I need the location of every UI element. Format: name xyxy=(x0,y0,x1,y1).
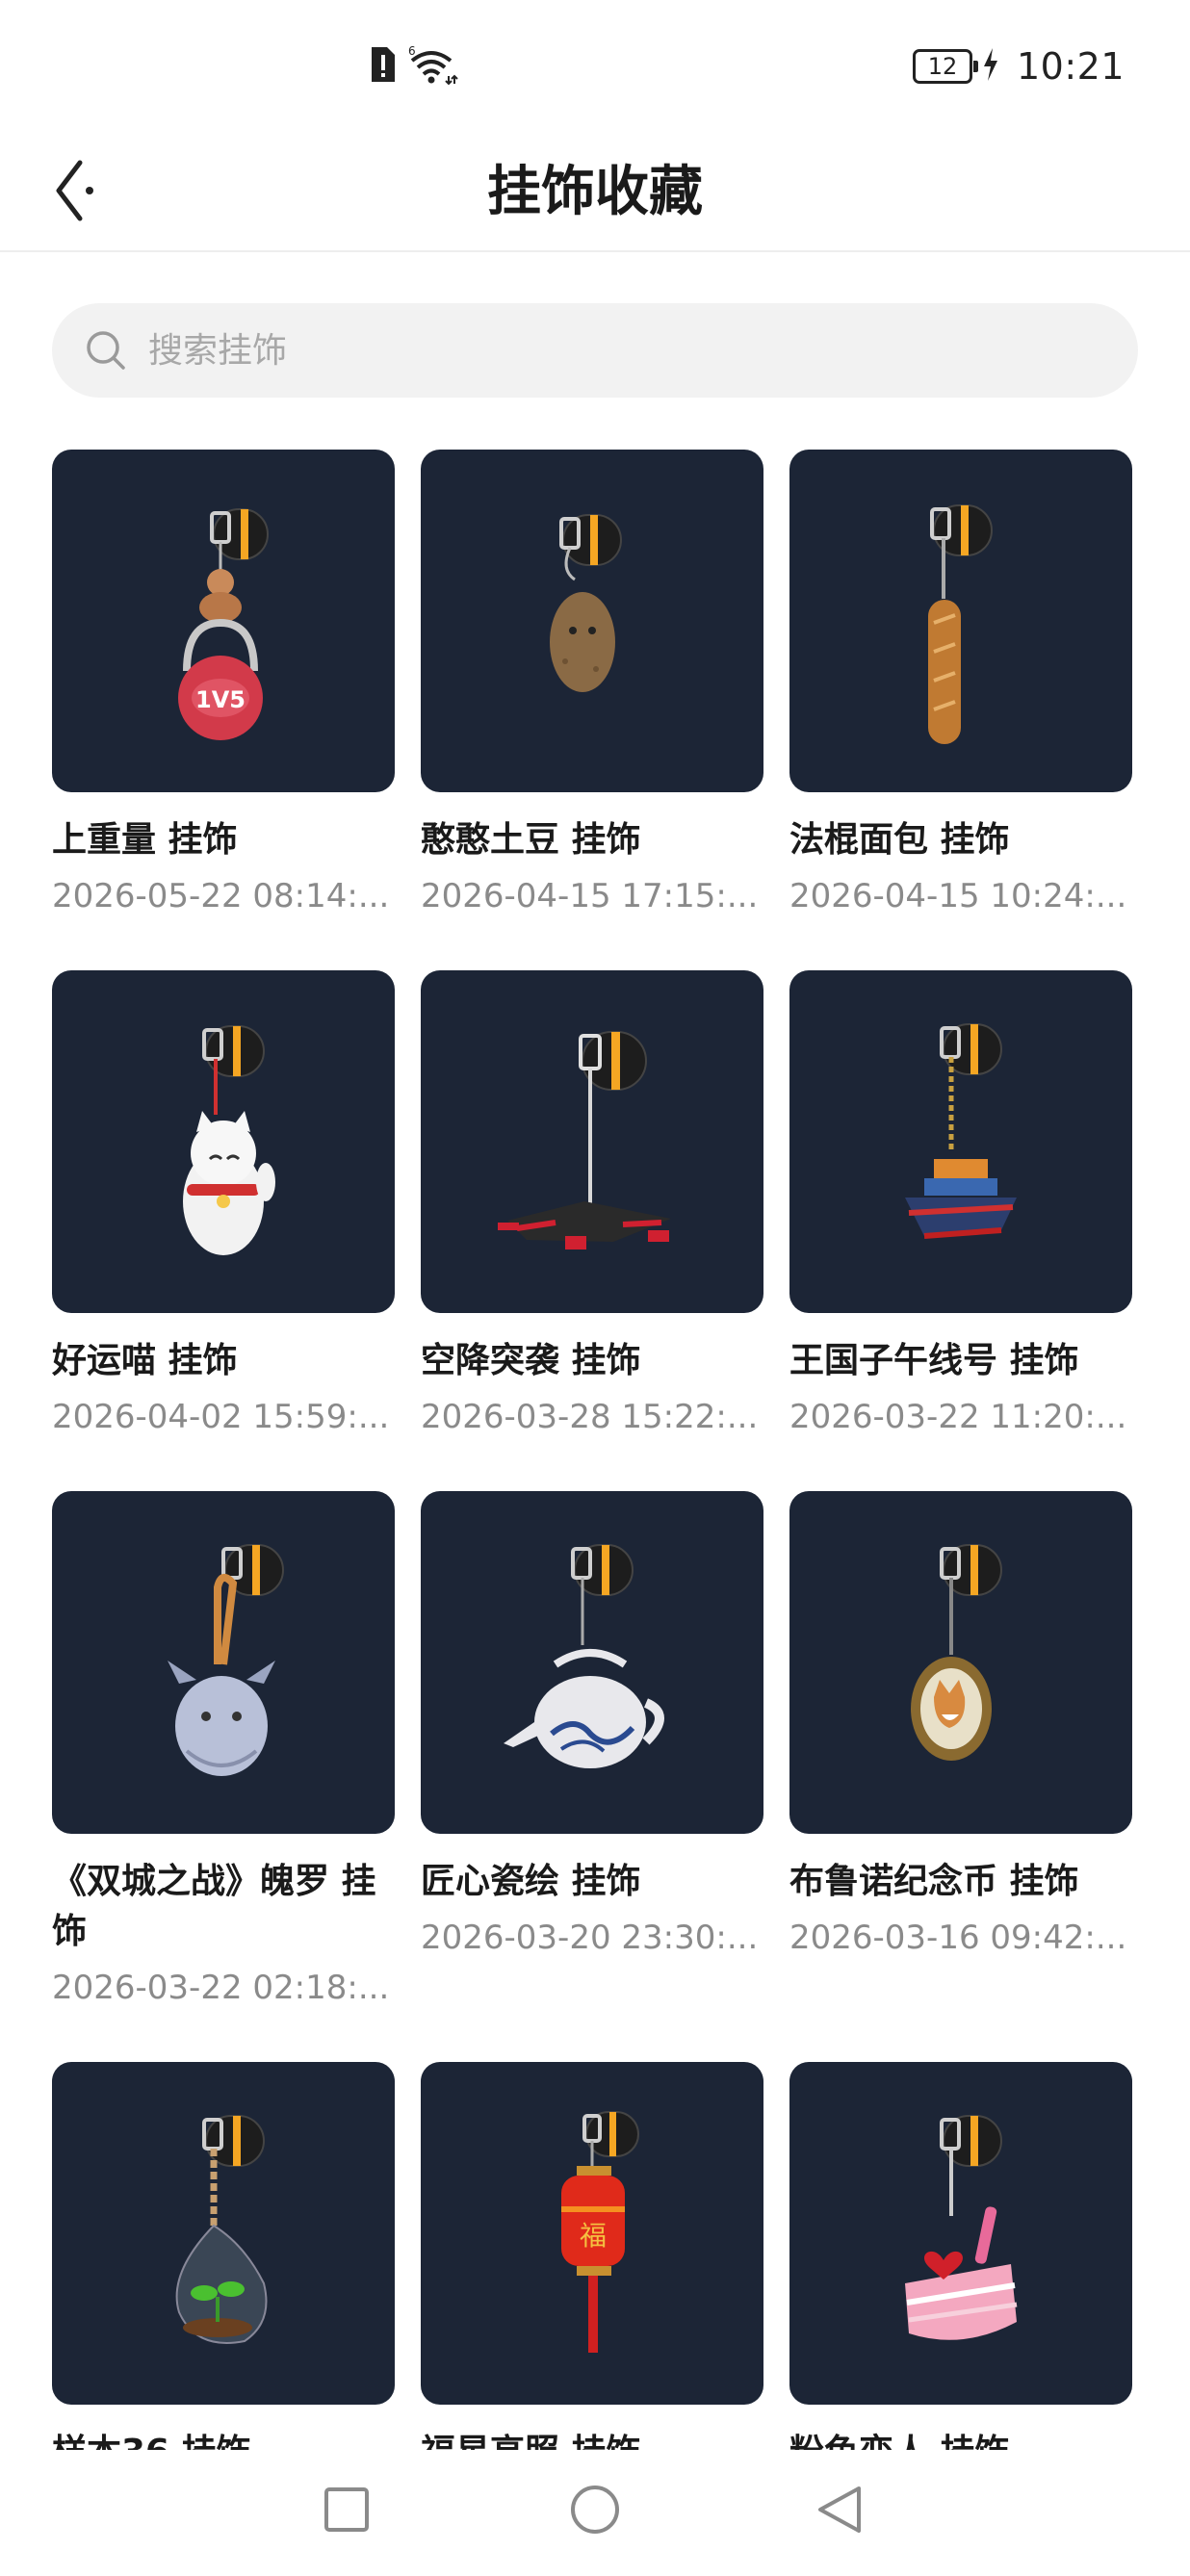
charm-thumbnail xyxy=(52,970,395,1313)
drone-charm-icon xyxy=(498,1031,671,1249)
charm-date: 2026-03-22 02:18:... xyxy=(52,1969,390,2007)
charm-name: 匠心瓷绘 挂饰 xyxy=(421,1862,641,1901)
kettlebell-charm-icon: 1V5 xyxy=(178,508,269,740)
svg-text:福: 福 xyxy=(580,2220,607,2252)
charm-thumbnail xyxy=(52,2062,395,2405)
charm-card[interactable]: 布鲁诺纪念币 挂饰 2026-03-16 09:42:... xyxy=(789,1491,1132,1959)
back-triangle-icon xyxy=(813,2483,867,2540)
system-nav-bar xyxy=(0,2450,1190,2576)
ship-charm-icon xyxy=(905,1023,1017,1239)
svg-text:6: 6 xyxy=(408,44,416,58)
app-screen: 6 12 10:21 挂饰收藏 搜索挂饰 1V5 上重量 挂饰 2026-05-… xyxy=(0,0,1190,2576)
charm-name: 福星高照 挂饰 xyxy=(421,2428,763,2450)
charm-name: 样本36 挂饰 xyxy=(52,2428,395,2450)
header-bar: 挂饰收藏 xyxy=(0,135,1190,252)
recent-apps-square-icon xyxy=(323,2486,371,2537)
charm-name: 粉色恋人 挂饰 xyxy=(789,2428,1132,2450)
charm-card[interactable]: 匠心瓷绘 挂饰 2026-03-20 23:30:... xyxy=(421,1491,763,1959)
charm-card[interactable]: 1V5 上重量 挂饰 2026-05-22 08:14:... xyxy=(52,450,395,917)
charm-card[interactable]: 王国子午线号 挂饰 2026-03-22 11:20:... xyxy=(789,970,1132,1438)
charm-name: 法棍面包 挂饰 xyxy=(789,820,1010,860)
cake-charm-icon xyxy=(905,2115,1018,2340)
charm-date: 2026-04-15 17:15:... xyxy=(421,877,759,915)
charm-thumbnail: 福 xyxy=(421,2062,763,2405)
charm-thumbnail xyxy=(421,1491,763,1834)
charm-card[interactable]: 样本36 挂饰 xyxy=(52,2062,395,2450)
system-back-button[interactable] xyxy=(801,2473,878,2550)
charm-card[interactable]: 空降突袭 挂饰 2026-03-28 15:22:... xyxy=(421,970,763,1438)
status-right: 12 10:21 xyxy=(912,42,1125,90)
charm-name: 布鲁诺纪念币 挂饰 xyxy=(789,1862,1079,1901)
charm-thumbnail xyxy=(52,1491,395,1834)
charm-date: 2026-03-16 09:42:... xyxy=(789,1919,1127,1957)
charm-date: 2026-03-20 23:30:... xyxy=(421,1919,759,1957)
lantern-charm-icon: 福 xyxy=(561,2111,639,2353)
charm-name: 《双城之战》魄罗 挂饰 xyxy=(52,1862,376,1951)
charm-card[interactable]: 《双城之战》魄罗 挂饰 2026-03-22 02:18:... xyxy=(52,1491,395,2009)
status-center-icons: 6 xyxy=(368,42,458,90)
recent-apps-button[interactable] xyxy=(308,2473,385,2550)
charm-date: 2026-04-15 10:24:... xyxy=(789,877,1127,915)
charm-grid: 1V5 上重量 挂饰 2026-05-22 08:14:... 憨憨土豆 挂饰 … xyxy=(52,450,1140,2450)
charm-name: 空降突袭 挂饰 xyxy=(421,1341,641,1380)
charm-name: 憨憨土豆 挂饰 xyxy=(421,820,641,860)
charging-bolt-icon xyxy=(982,47,999,86)
charm-thumbnail: 1V5 xyxy=(52,450,395,792)
battery-indicator: 12 xyxy=(912,49,978,84)
charm-thumbnail xyxy=(789,1491,1132,1834)
charm-card[interactable]: 粉色恋人 挂饰 xyxy=(789,2062,1132,2450)
charm-thumbnail xyxy=(789,450,1132,792)
charm-date: 2026-05-22 08:14:... xyxy=(52,877,390,915)
charm-date: 2026-03-22 11:20:... xyxy=(789,1398,1127,1436)
potato-charm-icon xyxy=(550,514,622,692)
svg-text:1V5: 1V5 xyxy=(195,686,246,713)
search-icon xyxy=(81,325,131,375)
charm-name: 好运喵 挂饰 xyxy=(52,1341,238,1380)
search-bar[interactable] xyxy=(52,303,1138,398)
charm-card[interactable]: 好运喵 挂饰 2026-04-02 15:59:... xyxy=(52,970,395,1438)
charm-thumbnail xyxy=(789,970,1132,1313)
baguette-charm-icon xyxy=(928,504,993,744)
charm-thumbnail xyxy=(421,450,763,792)
battery-level: 12 xyxy=(927,53,958,80)
charm-card[interactable]: 法棍面包 挂饰 2026-04-15 10:24:... xyxy=(789,450,1132,917)
charm-card[interactable]: 憨憨土豆 挂饰 2026-04-15 17:15:... xyxy=(421,450,763,917)
home-button[interactable] xyxy=(556,2473,634,2550)
home-circle-icon xyxy=(568,2483,622,2540)
poro-charm-icon xyxy=(168,1544,284,1776)
wifi-icon: 6 xyxy=(406,43,458,90)
page-title: 挂饰收藏 xyxy=(487,161,703,223)
coin-charm-icon xyxy=(911,1544,1002,1761)
search-input[interactable] xyxy=(148,312,1138,389)
terrarium-charm-icon xyxy=(175,2115,268,2344)
charm-name: 王国子午线号 挂饰 xyxy=(789,1341,1079,1380)
sim-alert-icon xyxy=(368,45,397,88)
status-bar: 6 12 10:21 xyxy=(0,0,1190,135)
charm-card[interactable]: 福 福星高照 挂饰 xyxy=(421,2062,763,2450)
charm-thumbnail xyxy=(789,2062,1132,2405)
teapot-charm-icon xyxy=(504,1544,664,1768)
charm-thumbnail xyxy=(421,970,763,1313)
charm-date: 2026-04-02 15:59:... xyxy=(52,1398,390,1436)
status-time: 10:21 xyxy=(1016,45,1125,88)
charm-date: 2026-03-28 15:22:... xyxy=(421,1398,759,1436)
lucky-cat-charm-icon xyxy=(183,1025,275,1255)
charm-name: 上重量 挂饰 xyxy=(52,820,238,860)
